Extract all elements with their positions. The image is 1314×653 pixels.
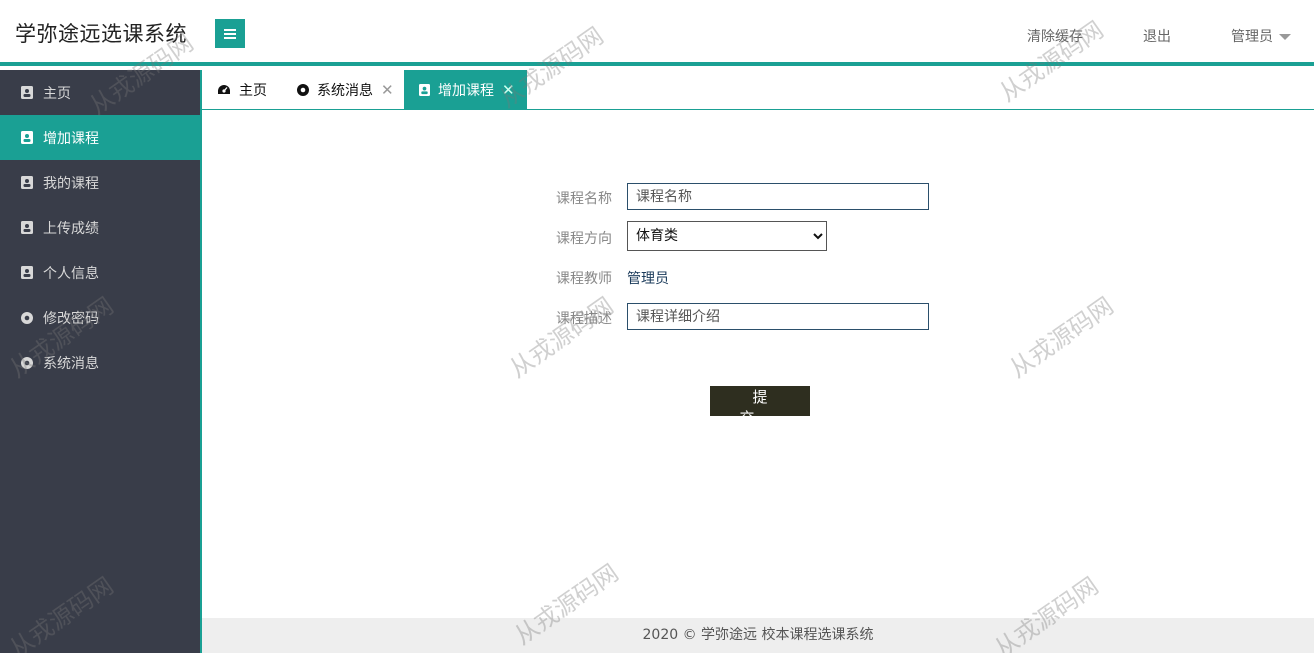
sidebar-item-label: 修改密码 xyxy=(43,310,99,327)
course-name-label: 课程名称 xyxy=(556,191,612,207)
course-direction-select[interactable]: 体育类 xyxy=(627,221,827,251)
dashboard-icon xyxy=(217,84,231,96)
contact-card-icon xyxy=(419,84,430,96)
tab-label: 主页 xyxy=(239,83,267,99)
contact-card-icon xyxy=(20,86,33,99)
tab-bar: 主页 系统消息 ✕ 增加课程 ✕ xyxy=(202,70,1314,110)
circle-dot-icon xyxy=(20,356,33,369)
sidebar-item-label: 我的课程 xyxy=(43,175,99,192)
clear-cache-link[interactable]: 清除缓存 xyxy=(1027,26,1083,46)
sidebar-item-upload-grades[interactable]: 上传成绩 xyxy=(0,205,200,250)
app-title: 学弥途远选课系统 xyxy=(15,22,187,46)
contact-card-icon xyxy=(20,131,33,144)
circle-dot-icon xyxy=(297,84,309,96)
sidebar-item-profile[interactable]: 个人信息 xyxy=(0,250,200,295)
tab-system-messages[interactable]: 系统消息 ✕ xyxy=(282,70,406,110)
sidebar-item-label: 主页 xyxy=(43,85,71,102)
tab-home[interactable]: 主页 xyxy=(202,70,279,110)
sidebar-item-label: 个人信息 xyxy=(43,265,99,282)
tab-add-course[interactable]: 增加课程 ✕ xyxy=(404,70,527,110)
sidebar-item-add-course[interactable]: 增加课程 xyxy=(0,115,200,160)
caret-down-icon xyxy=(1279,34,1291,40)
top-header: 学弥途远选课系统 清除缓存 退出 管理员 xyxy=(0,0,1314,66)
submit-button[interactable]: 提交 xyxy=(710,386,810,427)
footer-text: 2020 © 学弥途远 校本课程选课系统 xyxy=(642,627,874,643)
hamburger-icon xyxy=(224,28,236,39)
close-icon[interactable]: ✕ xyxy=(502,81,515,99)
course-teacher-label: 课程教师 xyxy=(556,271,612,287)
course-name-input[interactable] xyxy=(627,183,929,210)
sidebar-item-label: 上传成绩 xyxy=(43,220,99,237)
footer: 2020 © 学弥途远 校本课程选课系统 xyxy=(202,618,1314,653)
sidebar: 主页 增加课程 我的课程 上传成绩 个人信息 修改密码 系统消息 xyxy=(0,70,200,653)
contact-card-icon xyxy=(20,176,33,189)
course-description-label: 课程描述 xyxy=(556,311,612,327)
close-icon[interactable]: ✕ xyxy=(381,81,394,99)
main-content: 课程名称 课程方向 体育类 课程教师 管理员 课程描述 提交 xyxy=(202,111,1314,618)
tab-label: 增加课程 xyxy=(438,83,494,99)
course-direction-label: 课程方向 xyxy=(556,231,612,247)
logout-link[interactable]: 退出 xyxy=(1143,26,1171,46)
sidebar-item-label: 系统消息 xyxy=(43,355,99,372)
user-menu[interactable]: 管理员 xyxy=(1231,26,1291,46)
menu-toggle-button[interactable] xyxy=(215,19,245,48)
course-description-input[interactable] xyxy=(627,303,929,330)
course-teacher-value: 管理员 xyxy=(627,271,669,287)
sidebar-item-home[interactable]: 主页 xyxy=(0,70,200,115)
contact-card-icon xyxy=(20,221,33,234)
sidebar-item-label: 增加课程 xyxy=(43,130,99,147)
sidebar-item-system-messages[interactable]: 系统消息 xyxy=(0,340,200,385)
circle-dot-icon xyxy=(20,311,33,324)
sidebar-item-change-password[interactable]: 修改密码 xyxy=(0,295,200,340)
tab-label: 系统消息 xyxy=(317,83,373,99)
sidebar-item-my-courses[interactable]: 我的课程 xyxy=(0,160,200,205)
contact-card-icon xyxy=(20,266,33,279)
user-name: 管理员 xyxy=(1231,29,1273,45)
